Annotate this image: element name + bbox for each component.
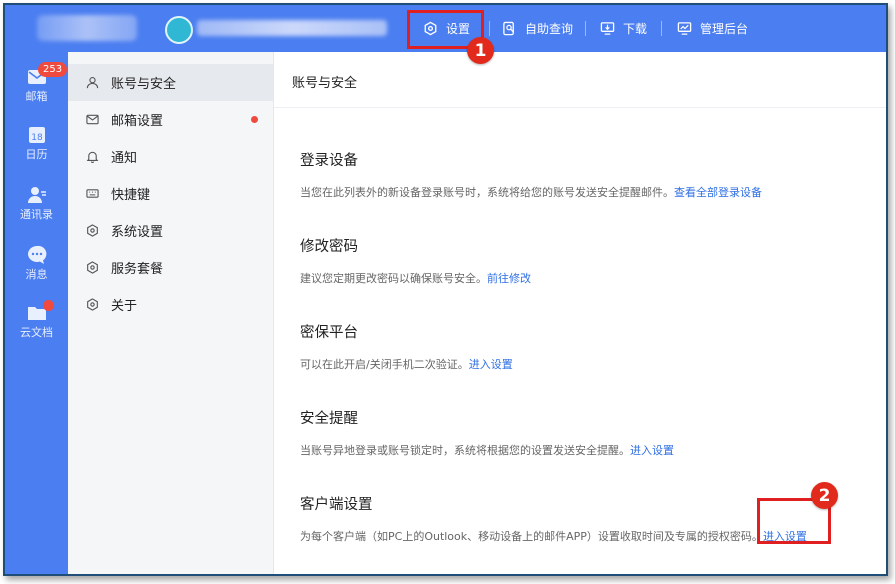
- menu-item-about[interactable]: 关于: [68, 286, 273, 323]
- section-description: 为每个客户端（如PC上的Outlook、移动设备上的邮件APP）设置收取时间及专…: [300, 528, 807, 544]
- section-title: 密保平台: [300, 325, 358, 341]
- page-title: 账号与安全: [292, 76, 358, 91]
- account-name[interactable]: [197, 20, 387, 36]
- nav-admin-label: 管理后台: [700, 22, 749, 36]
- notification-dot: [251, 116, 258, 123]
- user-icon: [86, 77, 99, 89]
- settings-content: 账号与安全 登录设备 当您在此列表外的新设备登录账号时，系统将给您的账号发送安全…: [274, 52, 886, 574]
- hex-gear-icon: [87, 224, 98, 237]
- monitor-download-icon: [600, 22, 615, 35]
- logo: [37, 15, 137, 41]
- rail-item-cloud-doc-label: 云文档: [20, 326, 53, 339]
- hex-gear-icon: [87, 261, 98, 274]
- menu-item-label: 快捷键: [111, 188, 151, 203]
- app-window: 设置 自助查询 下载 管理后台 邮箱 253 18 日历 通讯录 消息 云文档 …: [3, 3, 888, 576]
- section-title: 安全提醒: [300, 411, 358, 427]
- mail-outline-icon: [86, 114, 99, 125]
- menu-item-shortcuts[interactable]: 快捷键: [68, 175, 273, 212]
- chat-icon: [27, 245, 46, 264]
- section-client-settings: 客户端设置 为每个客户端（如PC上的Outlook、移动设备上的邮件APP）设置…: [300, 493, 807, 544]
- menu-item-system-settings[interactable]: 系统设置: [68, 212, 273, 249]
- step-marker-1: 1: [467, 37, 494, 64]
- section-description: 当账号异地登录或账号锁定时，系统将根据您的设置发送安全提醒。进入设置: [300, 442, 674, 458]
- menu-item-label: 通知: [111, 151, 138, 166]
- rail-item-mail[interactable]: 邮箱 253: [5, 62, 68, 104]
- nav-divider: [585, 21, 586, 36]
- menu-item-mailbox-settings[interactable]: 邮箱设置: [68, 101, 273, 138]
- menu-item-label: 账号与安全: [111, 77, 177, 92]
- section-security-platform: 密保平台 可以在此开启/关闭手机二次验证。进入设置: [300, 321, 513, 372]
- rail-item-mail-label: 邮箱: [25, 90, 48, 103]
- rail-item-contacts-label: 通讯录: [20, 208, 53, 221]
- menu-item-label: 系统设置: [111, 225, 164, 240]
- nav-divider: [489, 21, 490, 36]
- rail-item-calendar[interactable]: 18 日历: [5, 124, 68, 162]
- section-title: 客户端设置: [300, 497, 373, 513]
- rail-item-messages[interactable]: 消息: [5, 244, 68, 282]
- section-description-text: 当账号异地登录或账号锁定时，系统将根据您的设置发送安全提醒。: [300, 444, 630, 457]
- rail-item-messages-label: 消息: [25, 268, 48, 281]
- section-change-password: 修改密码 建议您定期更改密码以确保账号安全。前往修改: [300, 235, 531, 286]
- account-avatar[interactable]: [165, 16, 193, 44]
- svg-text:18: 18: [31, 133, 43, 143]
- view-all-devices-link[interactable]: 查看全部登录设备: [674, 186, 762, 199]
- section-description: 可以在此开启/关闭手机二次验证。进入设置: [300, 356, 513, 372]
- section-title: 登录设备: [300, 153, 358, 169]
- nav-admin[interactable]: 管理后台: [677, 5, 748, 52]
- bell-icon: [86, 151, 99, 163]
- security-alert-settings-link[interactable]: 进入设置: [630, 444, 674, 457]
- section-login-devices: 登录设备 当您在此列表外的新设备登录账号时，系统将给您的账号发送安全提醒邮件。查…: [300, 149, 762, 200]
- section-title: 修改密码: [300, 239, 358, 255]
- rail-item-cloud-doc[interactable]: 云文档: [5, 300, 68, 340]
- contacts-icon: [27, 187, 46, 203]
- menu-item-service-plan[interactable]: 服务套餐: [68, 249, 273, 286]
- section-description-text: 当您在此列表外的新设备登录账号时，系统将给您的账号发送安全提醒邮件。: [300, 186, 674, 199]
- dashboard-icon: [677, 22, 692, 35]
- nav-self-query-label: 自助查询: [525, 22, 574, 36]
- section-description-text: 建议您定期更改密码以确保账号安全。: [300, 272, 487, 285]
- hex-gear-icon: [87, 298, 98, 311]
- menu-item-label: 关于: [111, 299, 138, 314]
- section-description: 当您在此列表外的新设备登录账号时，系统将给您的账号发送安全提醒邮件。查看全部登录…: [300, 184, 762, 200]
- notification-dot: [43, 300, 54, 311]
- calendar-icon: 18: [28, 127, 45, 143]
- step-marker-2: 2: [811, 482, 838, 509]
- settings-menu: 账号与安全 邮箱设置 通知 快捷键 系统设置 服务套餐 关于: [68, 52, 274, 574]
- menu-item-label: 服务套餐: [111, 262, 164, 277]
- section-security-alerts: 安全提醒 当账号异地登录或账号锁定时，系统将根据您的设置发送安全提醒。进入设置: [300, 407, 674, 458]
- security-platform-settings-link[interactable]: 进入设置: [469, 358, 513, 371]
- change-password-link[interactable]: 前往修改: [487, 272, 531, 285]
- menu-item-label: 邮箱设置: [111, 114, 164, 129]
- content-header: 账号与安全: [274, 52, 886, 108]
- search-doc-icon: [503, 21, 515, 36]
- rail-item-contacts[interactable]: 通讯录: [5, 184, 68, 222]
- menu-item-notifications[interactable]: 通知: [68, 138, 273, 175]
- unread-count-badge: 253: [38, 62, 68, 77]
- nav-self-query[interactable]: 自助查询: [502, 5, 573, 52]
- nav-download[interactable]: 下载: [600, 5, 647, 52]
- section-description-text: 可以在此开启/关闭手机二次验证。: [300, 358, 469, 371]
- section-description: 建议您定期更改密码以确保账号安全。前往修改: [300, 270, 531, 286]
- section-description-text: 为每个客户端（如PC上的Outlook、移动设备上的邮件APP）设置收取时间及专…: [300, 530, 763, 543]
- rail-item-calendar-label: 日历: [25, 148, 48, 161]
- keyboard-icon: [86, 189, 99, 198]
- nav-download-label: 下载: [623, 22, 648, 36]
- app-rail: 邮箱 253 18 日历 通讯录 消息 云文档: [5, 52, 68, 574]
- menu-item-account-security[interactable]: 账号与安全: [68, 64, 273, 101]
- nav-divider: [661, 21, 662, 36]
